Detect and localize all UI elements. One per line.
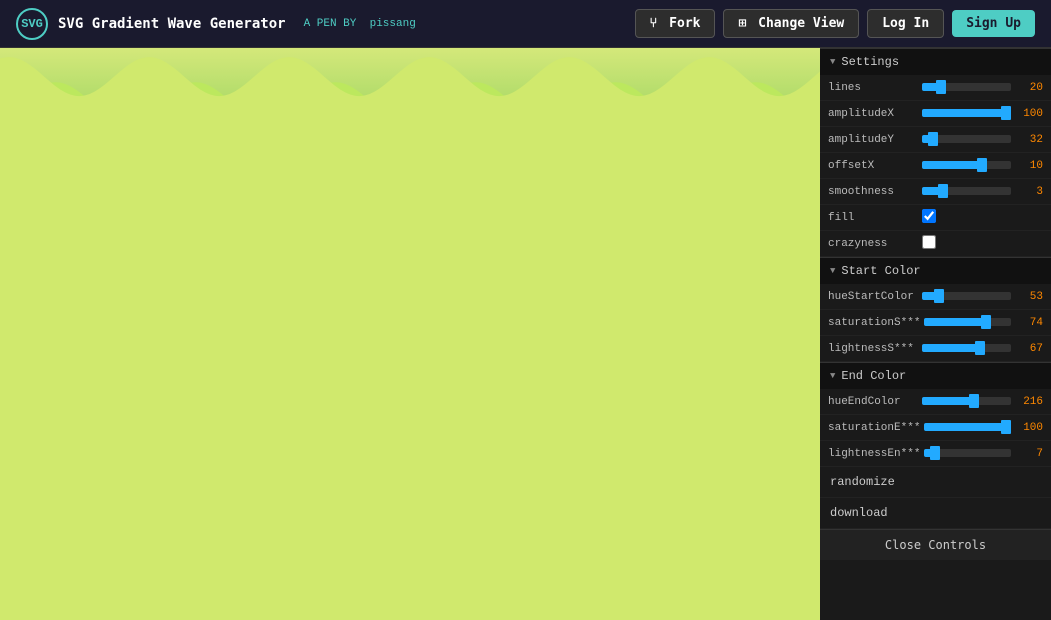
saturationEnd-slider-wrap (924, 421, 1011, 435)
settings-section-header[interactable]: Settings (820, 48, 1051, 75)
amplitudeY-control-row: amplitudeY 32 (820, 127, 1051, 153)
hueStartColor-value: 53 (1015, 291, 1043, 303)
end-color-section-header[interactable]: End Color (820, 362, 1051, 389)
hueStartColor-control-row: hueStartColor 53 (820, 284, 1051, 310)
controls-panel: Settings lines 20 amplitudeX 100 amplitu… (820, 48, 1051, 620)
saturationStart-label: saturationS*** (828, 317, 920, 329)
pen-by-label: A PEN BY (304, 18, 357, 30)
lines-control-row: lines 20 (820, 75, 1051, 101)
saturationStart-value: 74 (1015, 317, 1043, 329)
smoothness-slider[interactable] (922, 187, 1011, 195)
offsetX-slider-wrap (922, 159, 1011, 173)
saturationStart-slider-wrap (924, 316, 1011, 330)
saturationStart-slider[interactable] (924, 318, 1011, 326)
amplitudeY-slider[interactable] (922, 135, 1011, 143)
hueStartColor-slider[interactable] (922, 292, 1011, 300)
amplitudeX-label: amplitudeX (828, 108, 918, 120)
logo-area: SVG SVG Gradient Wave Generator A PEN BY… (16, 8, 416, 40)
saturationEnd-label: saturationE*** (828, 422, 920, 434)
wave-svg (0, 48, 820, 620)
start-color-label: Start Color (841, 264, 920, 278)
lightnessStart-value: 67 (1015, 343, 1043, 355)
signup-button[interactable]: Sign Up (952, 10, 1035, 37)
close-controls-button[interactable]: Close Controls (820, 529, 1051, 560)
lines-label: lines (828, 82, 918, 94)
offsetX-label: offsetX (828, 160, 918, 172)
lightnessStart-slider[interactable] (922, 344, 1011, 352)
login-button[interactable]: Log In (867, 9, 944, 38)
saturationEnd-control-row: saturationE*** 100 (820, 415, 1051, 441)
lightnessStart-control-row: lightnessS*** 67 (820, 336, 1051, 362)
logo-text: SVG (21, 17, 43, 31)
fill-checkbox[interactable] (922, 209, 936, 223)
amplitudeX-slider[interactable] (922, 109, 1011, 117)
download-row[interactable]: download (820, 498, 1051, 529)
amplitudeX-slider-wrap (922, 107, 1011, 121)
hueEndColor-slider-wrap (922, 395, 1011, 409)
lightnessEnd-value: 7 (1015, 448, 1043, 460)
saturationEnd-slider[interactable] (924, 423, 1011, 431)
app-title: SVG Gradient Wave Generator (58, 16, 286, 32)
offsetX-slider[interactable] (922, 161, 1011, 169)
amplitudeX-value: 100 (1015, 108, 1043, 120)
fill-control-row: fill (820, 205, 1051, 231)
pen-by: A PEN BY pissang (304, 18, 416, 30)
lightnessEnd-label: lightnessEn*** (828, 448, 920, 460)
hueEndColor-value: 216 (1015, 396, 1043, 408)
lightnessEnd-control-row: lightnessEn*** 7 (820, 441, 1051, 467)
download-label: download (830, 506, 888, 520)
change-view-icon: ⊞ (738, 16, 746, 31)
smoothness-value: 3 (1015, 186, 1043, 198)
randomize-label: randomize (830, 475, 895, 489)
start-color-section-header[interactable]: Start Color (820, 257, 1051, 284)
crazyness-checkbox[interactable] (922, 235, 936, 249)
wave-canvas-area (0, 48, 820, 620)
lines-value: 20 (1015, 82, 1043, 94)
lightnessStart-label: lightnessS*** (828, 343, 918, 355)
lines-slider-wrap (922, 81, 1011, 95)
smoothness-label: smoothness (828, 186, 918, 198)
logo-icon: SVG (16, 8, 48, 40)
hueStartColor-slider-wrap (922, 290, 1011, 304)
settings-label: Settings (841, 55, 899, 69)
fork-icon: ⑂ (650, 16, 658, 31)
hueStartColor-label: hueStartColor (828, 291, 918, 303)
hueEndColor-label: hueEndColor (828, 396, 918, 408)
lightnessEnd-slider[interactable] (924, 449, 1011, 457)
end-color-label: End Color (841, 369, 906, 383)
smoothness-slider-wrap (922, 185, 1011, 199)
offsetX-value: 10 (1015, 160, 1043, 172)
offsetX-control-row: offsetX 10 (820, 153, 1051, 179)
fork-button[interactable]: ⑂ Fork (635, 9, 716, 38)
lightnessEnd-slider-wrap (924, 447, 1011, 461)
crazyness-control-row: crazyness (820, 231, 1051, 257)
lightnessStart-slider-wrap (922, 342, 1011, 356)
fill-label: fill (828, 212, 918, 224)
smoothness-control-row: smoothness 3 (820, 179, 1051, 205)
randomize-row[interactable]: randomize (820, 467, 1051, 498)
saturationEnd-value: 100 (1015, 422, 1043, 434)
amplitudeX-control-row: amplitudeX 100 (820, 101, 1051, 127)
amplitudeY-slider-wrap (922, 133, 1011, 147)
saturationStart-control-row: saturationS*** 74 (820, 310, 1051, 336)
change-view-button[interactable]: ⊞ Change View (723, 9, 859, 38)
hueEndColor-slider[interactable] (922, 397, 1011, 405)
author-name: pissang (370, 18, 416, 30)
amplitudeY-value: 32 (1015, 134, 1043, 146)
topbar: SVG SVG Gradient Wave Generator A PEN BY… (0, 0, 1051, 48)
lines-slider[interactable] (922, 83, 1011, 91)
topbar-actions: ⑂ Fork ⊞ Change View Log In Sign Up (635, 9, 1035, 38)
crazyness-label: crazyness (828, 238, 918, 250)
amplitudeY-label: amplitudeY (828, 134, 918, 146)
hueEndColor-control-row: hueEndColor 216 (820, 389, 1051, 415)
